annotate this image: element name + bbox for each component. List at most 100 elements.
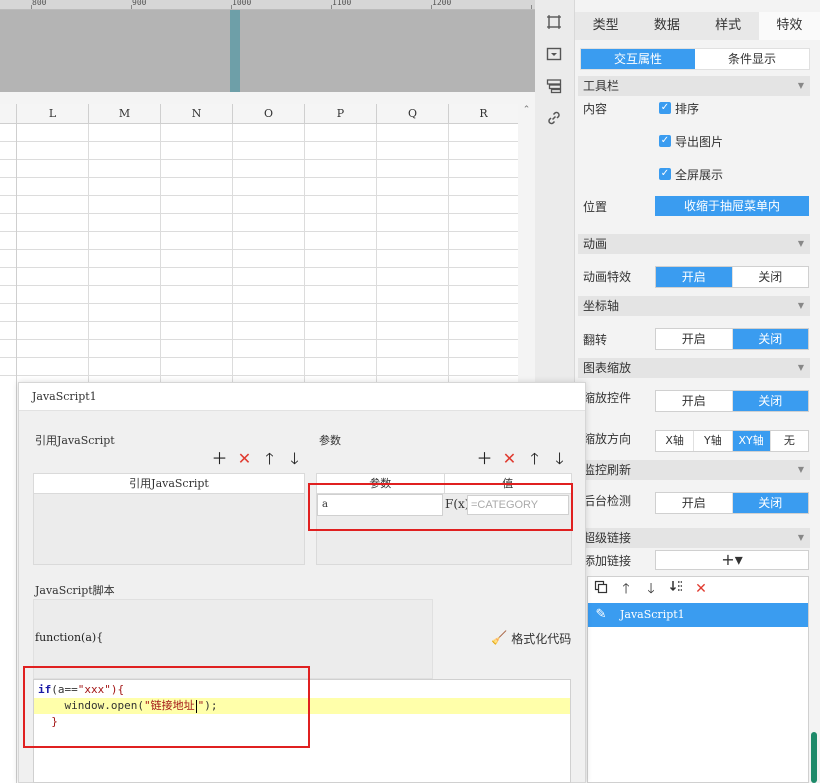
- option-off[interactable]: 关闭: [732, 391, 808, 411]
- option-off[interactable]: 关闭: [733, 267, 809, 287]
- section-title: 超级链接: [583, 531, 632, 545]
- param-name-input[interactable]: a: [317, 494, 443, 516]
- subtab-interaction[interactable]: 交互属性: [581, 49, 695, 69]
- sheet-grid[interactable]: [0, 124, 518, 382]
- checkbox-fullscreen[interactable]: ✓ 全屏展示: [659, 166, 723, 182]
- function-signature: function(a){: [35, 631, 104, 644]
- ref-javascript-table: 引用JavaScript: [33, 473, 305, 565]
- tab-style[interactable]: 样式: [697, 12, 759, 40]
- position-select[interactable]: 收缩于抽屉菜单内: [655, 196, 809, 216]
- section-toolbar[interactable]: 工具栏 ▼: [578, 76, 810, 96]
- flip-toggle: 开启 关闭: [655, 328, 809, 350]
- move-to-bottom-icon[interactable]: [667, 580, 685, 598]
- collapse-caret-icon[interactable]: ▼: [798, 460, 804, 480]
- option-on[interactable]: 开启: [656, 493, 733, 513]
- checkbox-checked-icon[interactable]: ✓: [659, 135, 671, 147]
- option-none[interactable]: 无: [771, 431, 808, 451]
- column-header[interactable]: P: [305, 104, 377, 124]
- param-value-input[interactable]: =CATEGORY: [467, 495, 569, 515]
- panel-scrollbar-thumb[interactable]: [811, 732, 817, 783]
- delete-icon[interactable]: ✕: [501, 450, 518, 468]
- javascript-dialog: JavaScript1 引用JavaScript 参数 ＋ ✕ 🡑 🡓 ＋ ✕ …: [18, 382, 586, 783]
- section-axis[interactable]: 坐标轴 ▼: [578, 296, 810, 316]
- move-down-icon[interactable]: 🡓: [286, 450, 303, 468]
- background-check-toggle: 开启 关闭: [655, 492, 809, 514]
- option-on[interactable]: 开启: [656, 329, 733, 349]
- hyperlink-item[interactable]: ✎ JavaScript1: [588, 603, 808, 627]
- hyperlink-toolbar: 🡑 🡓 ✕: [588, 577, 808, 603]
- subtab-conditional-display[interactable]: 条件显示: [695, 49, 809, 69]
- option-on[interactable]: 开启: [656, 267, 733, 287]
- format-code-label: 格式化代码: [511, 632, 572, 646]
- add-icon[interactable]: ＋: [211, 450, 228, 468]
- move-up-icon[interactable]: 🡑: [261, 450, 278, 468]
- background-check-label: 后台检测: [583, 494, 632, 508]
- column-header[interactable]: O: [233, 104, 305, 124]
- frame-icon[interactable]: [544, 14, 564, 34]
- column-header[interactable]: R: [449, 104, 518, 124]
- tab-effects[interactable]: 特效: [758, 12, 820, 40]
- checkbox-checked-icon[interactable]: ✓: [659, 102, 671, 114]
- zoom-direction-select: X轴 Y轴 XY轴 无: [655, 430, 809, 452]
- position-marker[interactable]: [230, 10, 240, 92]
- option-off[interactable]: 关闭: [732, 493, 808, 513]
- add-link-button[interactable]: +▾: [655, 550, 809, 570]
- link-icon[interactable]: [544, 110, 564, 130]
- sheet-vertical-scrollbar[interactable]: [518, 104, 535, 382]
- section-animation[interactable]: 动画 ▼: [578, 234, 810, 254]
- section-title: 动画: [583, 237, 608, 251]
- formula-fx-icon[interactable]: F(x): [445, 494, 469, 516]
- option-x-axis[interactable]: X轴: [656, 431, 695, 451]
- option-on[interactable]: 开启: [656, 391, 733, 411]
- tab-type[interactable]: 类型: [575, 12, 637, 40]
- ruler-mark: 1200: [432, 0, 452, 7]
- move-down-icon[interactable]: 🡓: [551, 450, 568, 468]
- collapse-caret-icon[interactable]: ▼: [798, 234, 804, 254]
- move-down-icon[interactable]: 🡓: [642, 580, 660, 598]
- position-label: 位置: [583, 200, 608, 214]
- layers-icon[interactable]: [544, 78, 564, 98]
- collapse-caret-icon[interactable]: ▼: [798, 296, 804, 316]
- scroll-up-arrow-icon[interactable]: ⌃: [521, 105, 532, 116]
- ruler-mark: 1000: [232, 0, 252, 7]
- section-refresh[interactable]: 监控刷新 ▼: [578, 460, 810, 480]
- param-toolbar: ＋ ✕ 🡑 🡓: [476, 450, 568, 468]
- dialog-title: JavaScript1: [19, 383, 585, 411]
- dropdown-widget-icon[interactable]: [544, 46, 564, 66]
- animation-effect-label: 动画特效: [583, 270, 632, 284]
- column-header[interactable]: Q: [377, 104, 449, 124]
- checkbox-sort[interactable]: ✓ 排序: [659, 100, 699, 116]
- content-label: 内容: [583, 102, 608, 116]
- column-header-row: L M N O P Q R: [0, 104, 518, 124]
- move-up-icon[interactable]: 🡑: [617, 580, 635, 598]
- canvas-area: [0, 10, 535, 92]
- delete-icon[interactable]: ✕: [236, 450, 253, 468]
- format-code-button[interactable]: 🧹 格式化代码: [491, 630, 571, 647]
- column-header[interactable]: M: [89, 104, 161, 124]
- option-xy-axis[interactable]: XY轴: [732, 431, 771, 451]
- corner-cell[interactable]: [0, 104, 17, 124]
- text-cursor: [195, 699, 197, 713]
- column-header[interactable]: N: [161, 104, 233, 124]
- property-tabs: 类型 数据 样式 特效: [575, 12, 820, 40]
- move-up-icon[interactable]: 🡑: [526, 450, 543, 468]
- delete-icon[interactable]: ✕: [692, 580, 710, 598]
- ref-table-header: 引用JavaScript: [34, 474, 304, 494]
- section-title: 图表缩放: [583, 361, 632, 375]
- code-editor[interactable]: if(a=="xxx"){ window.open("链接地址 "); }: [33, 679, 571, 783]
- copy-icon[interactable]: [592, 580, 610, 598]
- section-zoom[interactable]: 图表缩放 ▼: [578, 358, 810, 378]
- collapse-caret-icon[interactable]: ▼: [798, 528, 804, 548]
- column-header[interactable]: L: [17, 104, 89, 124]
- checkbox-export-image[interactable]: ✓ 导出图片: [659, 133, 723, 149]
- tab-data[interactable]: 数据: [636, 12, 698, 40]
- option-off[interactable]: 关闭: [732, 329, 808, 349]
- edit-pen-icon[interactable]: ✎: [592, 603, 610, 627]
- option-y-axis[interactable]: Y轴: [694, 431, 733, 451]
- add-icon[interactable]: ＋: [476, 450, 493, 468]
- checkbox-checked-icon[interactable]: ✓: [659, 168, 671, 180]
- section-hyperlink[interactable]: 超级链接 ▼: [578, 528, 810, 548]
- section-title: 监控刷新: [583, 463, 632, 477]
- collapse-caret-icon[interactable]: ▼: [798, 76, 804, 96]
- collapse-caret-icon[interactable]: ▼: [798, 358, 804, 378]
